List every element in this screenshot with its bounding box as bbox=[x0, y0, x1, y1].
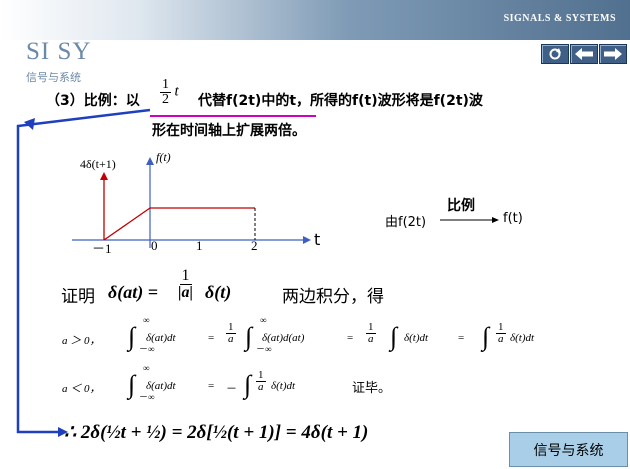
footer-label: 信号与系统 bbox=[509, 432, 628, 467]
equals-sign: = bbox=[208, 332, 215, 344]
proof-frac-den: |a| bbox=[178, 284, 194, 301]
tick-label: 2 bbox=[251, 238, 258, 253]
proof-lhs: δ(at) = bbox=[108, 282, 158, 302]
svg-text:∞: ∞ bbox=[260, 315, 266, 325]
equals-sign: = bbox=[208, 380, 215, 392]
conclusion-formula: ∴ 2δ(½t + ½) = 2δ[½(t + 1)] = 4δ(t + 1) bbox=[64, 422, 369, 443]
case2-condition: a ＜ 0， bbox=[62, 383, 101, 395]
case1-frac2: 1a bbox=[366, 321, 376, 345]
case1-term4: δ(t)dt bbox=[510, 332, 535, 344]
proof-note: 两边积分，得 bbox=[282, 287, 384, 307]
case1-term3: δ(t)dt bbox=[404, 332, 429, 344]
svg-text:－∞: －∞ bbox=[139, 392, 154, 402]
proof-fraction: 1 |a| bbox=[178, 268, 193, 301]
case1-term2: δ(at)d(at) bbox=[262, 332, 305, 344]
signal-curve bbox=[103, 207, 255, 241]
impulse-label: 4δ(t+1) bbox=[80, 157, 116, 171]
integral-sign-3: ∫ bbox=[388, 322, 399, 352]
proof-rhs: δ(t) bbox=[205, 282, 232, 302]
proof-frac-num: 1 bbox=[179, 267, 192, 285]
x-axis-arrow bbox=[303, 236, 311, 244]
case2-term1: δ(at)dt bbox=[146, 380, 176, 392]
integral-sign-4: ∫ bbox=[480, 322, 491, 352]
svg-text:－∞: －∞ bbox=[256, 344, 271, 354]
transform-label: 比例 bbox=[447, 198, 475, 214]
svg-text:∞: ∞ bbox=[143, 363, 149, 373]
transform-from: 由f(2t) bbox=[385, 215, 427, 230]
integral-sign-2: ∫ bbox=[243, 322, 254, 352]
integral-sign-6: ∫ bbox=[242, 370, 253, 400]
transform-to: f(t) bbox=[503, 211, 523, 226]
equals-sign: = bbox=[458, 332, 465, 344]
impulse-arrow bbox=[100, 172, 108, 180]
integral-sign-5: ∫ bbox=[126, 370, 137, 400]
y-axis-arrow bbox=[146, 157, 154, 165]
tick-label: 1 bbox=[196, 238, 203, 253]
case1-frac: 1a bbox=[226, 321, 236, 345]
equals-sign: = bbox=[347, 332, 354, 344]
case2-frac: 1a bbox=[256, 369, 266, 393]
tick-label: 0 bbox=[151, 238, 158, 253]
case1-term1: δ(at)dt bbox=[146, 332, 176, 344]
tick-label: －1 bbox=[92, 241, 112, 256]
proof-done: 证毕。 bbox=[352, 381, 392, 396]
x-axis-label: t bbox=[314, 230, 321, 249]
minus-sign: － bbox=[226, 383, 237, 395]
svg-text:∞: ∞ bbox=[143, 315, 149, 325]
case2-term2: δ(t)dt bbox=[271, 380, 296, 392]
y-axis-label: f(t) bbox=[156, 150, 171, 164]
case1-frac3: 1a bbox=[496, 321, 506, 345]
svg-text:－∞: －∞ bbox=[139, 344, 154, 354]
proof-label: 证明 bbox=[61, 287, 95, 307]
transform-arrowhead bbox=[492, 217, 499, 223]
case1-condition: a ＞ 0， bbox=[62, 335, 101, 347]
integral-sign-1: ∫ bbox=[126, 322, 137, 352]
